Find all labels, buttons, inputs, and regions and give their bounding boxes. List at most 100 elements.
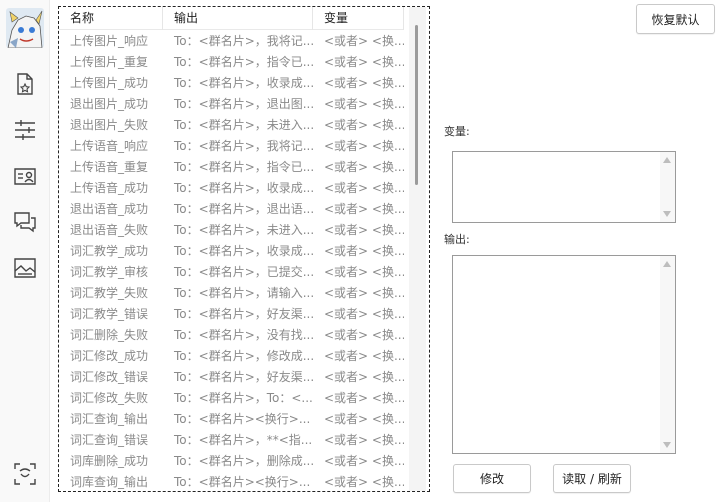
output-label: 输出:: [444, 233, 470, 246]
table-row[interactable]: 词汇修改_成功 To：<群名片>，修改成... <或者> <换...: [59, 346, 404, 367]
row-output-cell: To：<群名片>，退出语...: [174, 202, 313, 216]
row-output-cell: To：<群名片>，修改成...: [174, 349, 313, 363]
row-var-cell: <或者> <换...: [324, 55, 404, 69]
row-output-cell: To：<群名片>，收录成...: [174, 181, 313, 195]
table-row[interactable]: 词汇修改_错误 To：<群名片>，好友渠... <或者> <换...: [59, 367, 404, 388]
table-header: 名称 输出 变量: [59, 7, 404, 30]
modify-button[interactable]: 修改: [453, 464, 531, 493]
row-output-cell: To：<群名片>，好友渠...: [174, 370, 313, 384]
row-output-cell: To：<群名片>，指令已...: [174, 55, 313, 69]
face-scan-icon[interactable]: [11, 460, 39, 488]
row-name-cell: 退出语音_成功: [70, 202, 149, 216]
file-star-icon[interactable]: [11, 70, 39, 98]
row-output-cell: To：<群名片>，请输入...: [174, 286, 313, 300]
table-row[interactable]: 词汇查询_输出 To：<群名片><换行>... <或者> <换...: [59, 409, 404, 430]
row-var-cell: <或者> <换...: [324, 160, 404, 174]
table-row[interactable]: 上传语音_响应 To：<群名片>，我将记... <或者> <换...: [59, 136, 404, 157]
column-header-output[interactable]: 输出: [163, 7, 313, 30]
table-row[interactable]: 词库删除_成功 To：<群名片>，删除成... <或者> <换...: [59, 451, 404, 472]
template-table[interactable]: 名称 输出 变量 上传图片_响应 To：<群名片>，我将记... <或者> <换..…: [58, 6, 430, 492]
row-name-cell: 上传图片_成功: [70, 76, 149, 90]
column-header-var[interactable]: 变量: [313, 7, 404, 30]
row-output-cell: To：<群名片>，**<指...: [174, 433, 313, 447]
scroll-up-arrow-icon[interactable]: [663, 157, 671, 163]
row-var-cell: <或者> <换...: [324, 34, 404, 48]
row-output-cell: To：<群名片>，删除成...: [174, 454, 313, 468]
row-var-cell: <或者> <换...: [324, 181, 404, 195]
row-var-cell: <或者> <换...: [324, 223, 404, 237]
table-row[interactable]: 上传图片_成功 To：<群名片>，收录成... <或者> <换...: [59, 73, 404, 94]
table-row[interactable]: 退出图片_失败 To：<群名片>，未进入... <或者> <换...: [59, 115, 404, 136]
row-name-cell: 上传图片_响应: [70, 34, 149, 48]
avatar[interactable]: [6, 8, 44, 48]
var-label: 变量:: [444, 125, 470, 138]
row-name-cell: 上传语音_响应: [70, 139, 149, 153]
table-row[interactable]: 上传语音_重复 To：<群名片>，指令已... <或者> <换...: [59, 157, 404, 178]
row-name-cell: 上传语音_重复: [70, 160, 149, 174]
row-name-cell: 词库查询_输出: [70, 475, 149, 489]
column-header-name[interactable]: 名称: [59, 7, 163, 30]
table-row[interactable]: 词汇修改_失败 To：<群名片>，To：<... <或者> <换...: [59, 388, 404, 409]
table-row[interactable]: 退出语音_成功 To：<群名片>，退出语... <或者> <换...: [59, 199, 404, 220]
table-row[interactable]: 退出图片_成功 To：<群名片>，退出图... <或者> <换...: [59, 94, 404, 115]
row-name-cell: 退出图片_失败: [70, 118, 149, 132]
row-name-cell: 词汇教学_成功: [70, 244, 149, 258]
row-var-cell: <或者> <换...: [324, 76, 404, 90]
table-row[interactable]: 词汇教学_成功 To：<群名片>，收录成... <或者> <换...: [59, 241, 404, 262]
table-row[interactable]: 退出语音_失败 To：<群名片>，未进入... <或者> <换...: [59, 220, 404, 241]
row-output-cell: To：<群名片>，未进入...: [174, 223, 313, 237]
table-row[interactable]: 上传语音_成功 To：<群名片>，收录成... <或者> <换...: [59, 178, 404, 199]
var-textbox-scrollbar[interactable]: [660, 152, 675, 222]
sliders-icon[interactable]: [11, 116, 39, 144]
row-name-cell: 词库删除_成功: [70, 454, 149, 468]
row-var-cell: <或者> <换...: [324, 433, 404, 447]
contact-card-icon[interactable]: [11, 162, 39, 190]
output-textbox-scrollbar[interactable]: [660, 256, 675, 453]
row-output-cell: To：<群名片><换行>...: [174, 412, 311, 426]
row-output-cell: To：<群名片>，收录成...: [174, 76, 313, 90]
image-icon[interactable]: [11, 254, 39, 282]
row-output-cell: To：<群名片>，已提交...: [174, 265, 313, 279]
restore-default-button[interactable]: 恢复默认: [636, 4, 715, 34]
table-row[interactable]: 上传图片_响应 To：<群名片>，我将记... <或者> <换...: [59, 31, 404, 52]
row-output-cell: To：<群名片>，没有找...: [174, 328, 313, 342]
row-output-cell: To：<群名片>，退出图...: [174, 97, 313, 111]
row-name-cell: 退出语音_失败: [70, 223, 149, 237]
row-var-cell: <或者> <换...: [324, 265, 404, 279]
table-row[interactable]: 词汇查询_错误 To：<群名片>，**<指... <或者> <换...: [59, 430, 404, 451]
table-scrollbar-thumb[interactable]: [415, 25, 418, 185]
refresh-button[interactable]: 读取 / 刷新: [553, 464, 631, 493]
row-var-cell: <或者> <换...: [324, 244, 404, 258]
row-output-cell: To：<群名片>，收录成...: [174, 244, 313, 258]
sidebar: [0, 0, 50, 502]
row-name-cell: 上传图片_重复: [70, 55, 149, 69]
row-var-cell: <或者> <换...: [324, 118, 404, 132]
row-var-cell: <或者> <换...: [324, 475, 404, 489]
table-row[interactable]: 词汇教学_失败 To：<群名片>，请输入... <或者> <换...: [59, 283, 404, 304]
row-name-cell: 上传语音_成功: [70, 181, 149, 195]
scroll-down-arrow-icon[interactable]: [663, 442, 671, 448]
row-name-cell: 词汇删除_失败: [70, 328, 149, 342]
scroll-down-arrow-icon[interactable]: [663, 211, 671, 217]
table-row[interactable]: 词库查询_输出 To：<群名片><换行>... <或者> <换...: [59, 472, 404, 491]
row-var-cell: <或者> <换...: [324, 307, 404, 321]
row-var-cell: <或者> <换...: [324, 328, 404, 342]
row-name-cell: 词汇教学_错误: [70, 307, 149, 321]
row-name-cell: 词汇修改_成功: [70, 349, 149, 363]
row-var-cell: <或者> <换...: [324, 370, 404, 384]
output-textbox[interactable]: [452, 255, 676, 454]
row-name-cell: 退出图片_成功: [70, 97, 149, 111]
chat-bubbles-icon[interactable]: [11, 208, 39, 236]
scroll-up-arrow-icon[interactable]: [663, 261, 671, 267]
row-output-cell: To：<群名片><换行>...: [174, 475, 311, 489]
table-row[interactable]: 上传图片_重复 To：<群名片>，指令已... <或者> <换...: [59, 52, 404, 73]
row-name-cell: 词汇教学_审核: [70, 265, 149, 279]
row-name-cell: 词汇修改_失败: [70, 391, 149, 405]
row-var-cell: <或者> <换...: [324, 286, 404, 300]
row-output-cell: To：<群名片>，我将记...: [174, 34, 313, 48]
table-row[interactable]: 词汇教学_审核 To：<群名片>，已提交... <或者> <换...: [59, 262, 404, 283]
var-textbox[interactable]: [452, 151, 676, 223]
table-row[interactable]: 词汇删除_失败 To：<群名片>，没有找... <或者> <换...: [59, 325, 404, 346]
table-row[interactable]: 词汇教学_错误 To：<群名片>，好友渠... <或者> <换...: [59, 304, 404, 325]
row-output-cell: To：<群名片>，指令已...: [174, 160, 313, 174]
